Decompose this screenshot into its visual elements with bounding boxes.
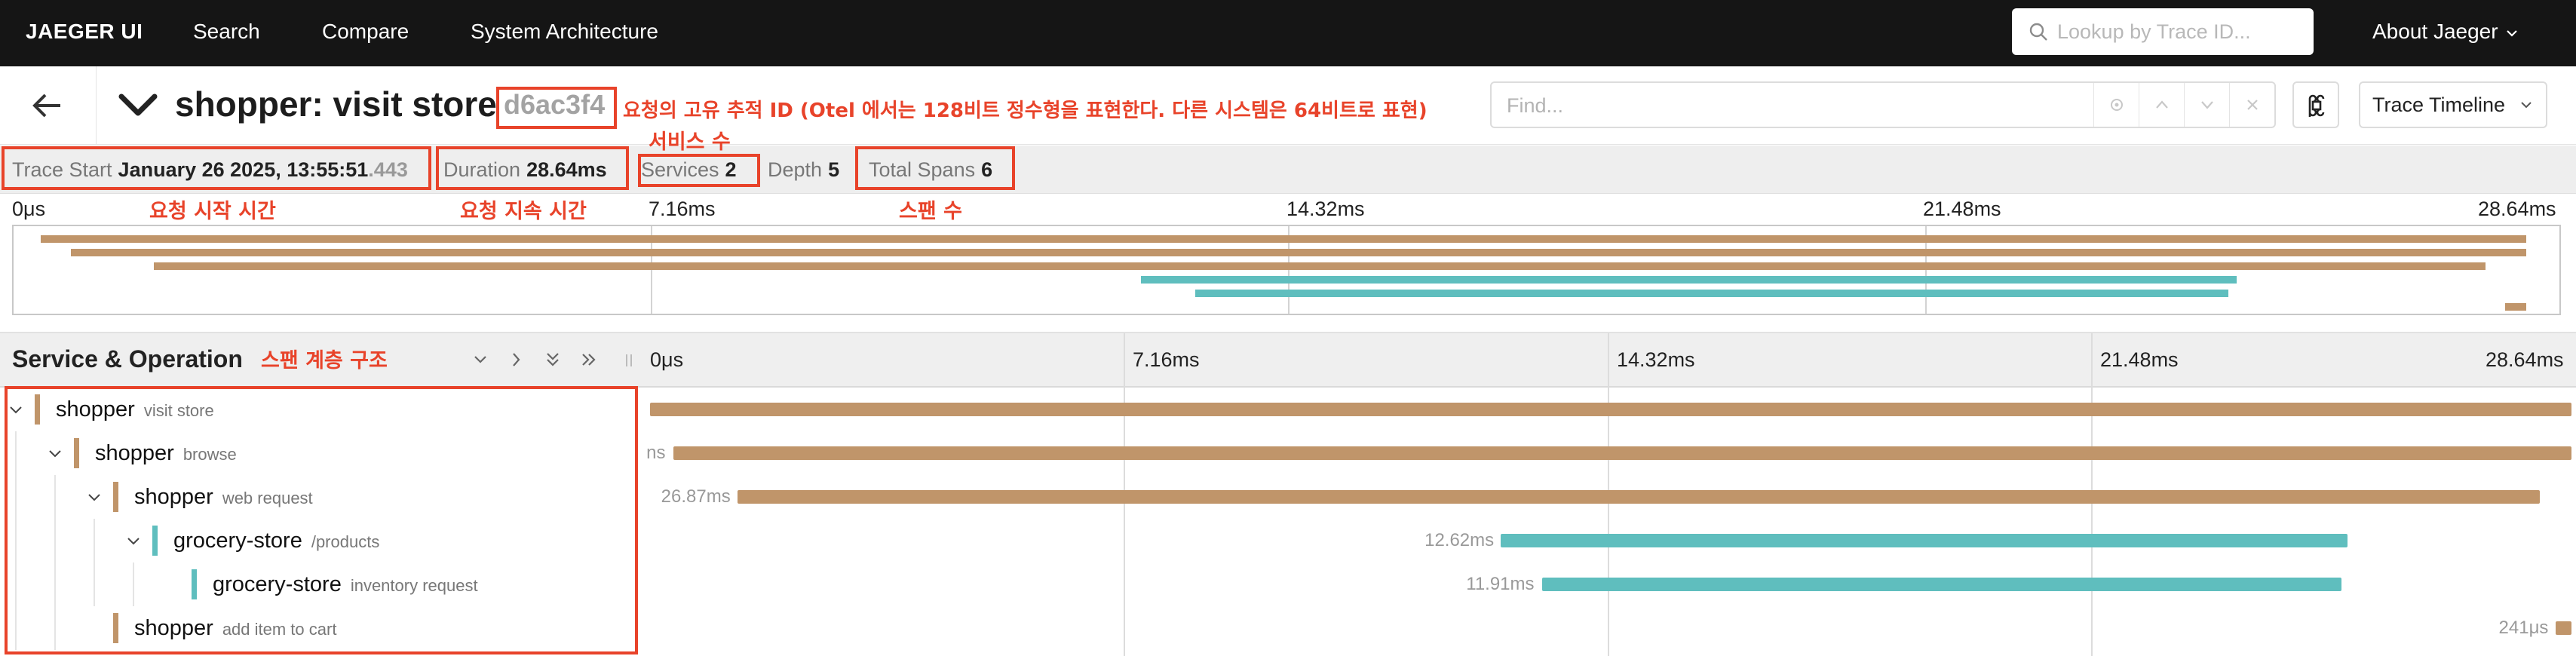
command-key-icon — [2308, 94, 2325, 117]
minimap-span-bar — [1141, 276, 2237, 284]
span-duration-label: 241μs — [2498, 618, 2549, 638]
hierarchy-annotation-box — [5, 386, 638, 654]
duration-annotation: 요청 지속 시간 — [460, 200, 587, 223]
minimap-span-bar — [153, 262, 2486, 270]
expand-all-icon[interactable] — [578, 348, 600, 371]
top-navigation-bar: JAEGER UI Search Compare System Architec… — [0, 0, 2576, 66]
trace-id-lookup-input[interactable] — [2057, 16, 2298, 48]
service-operation-header: Service & Operation — [12, 345, 243, 372]
span-duration-label: 11.91ms — [1466, 574, 1535, 594]
collapse-trace-chevron-icon[interactable] — [118, 92, 158, 119]
depth-stat: Depth 5 — [768, 146, 839, 194]
chevron-down-icon — [2521, 102, 2532, 109]
services-annotation-box — [638, 154, 760, 187]
trace-id-lookup[interactable] — [2012, 8, 2314, 55]
minimap-canvas[interactable] — [12, 225, 2561, 315]
chevron-up-icon — [2156, 100, 2168, 109]
view-mode-dropdown[interactable]: Trace Timeline — [2359, 81, 2547, 128]
span-bar[interactable] — [1542, 578, 2341, 591]
span-duration-label: ns — [646, 443, 666, 463]
nav-system-architecture-link[interactable]: System Architecture — [471, 0, 658, 66]
minimap-tick-2: 14.32ms — [1286, 198, 1365, 220]
close-icon — [2247, 100, 2258, 110]
minimap-tick-1: 7.16ms — [649, 198, 716, 220]
timeline-tick-1: 7.16ms — [1133, 348, 1200, 371]
nav-search-link[interactable]: Search — [193, 0, 260, 66]
about-jaeger-menu[interactable]: About Jaeger — [2372, 0, 2518, 66]
minimap-tick-3: 21.48ms — [1923, 198, 2001, 220]
timeline-tick-4: 28.64ms — [2486, 348, 2564, 371]
next-match-button[interactable] — [2184, 83, 2229, 127]
view-mode-label: Trace Timeline — [2372, 93, 2506, 116]
collapse-one-icon[interactable] — [469, 348, 492, 371]
arrow-left-icon — [32, 93, 60, 118]
timeline-tick-0: 0μs — [650, 348, 684, 371]
trace-minimap[interactable]: 0μs 7.16ms 14.32ms 21.48ms 28.64ms — [0, 195, 2576, 332]
minimap-span-bar — [1194, 290, 2229, 297]
minimap-span-bar — [71, 249, 2526, 256]
about-jaeger-label: About Jaeger — [2372, 20, 2498, 43]
trace-id-annotation-box — [496, 87, 617, 129]
minimap-span-bar — [2505, 303, 2527, 311]
duration-annotation-box — [436, 146, 629, 190]
trace-start-annotation: 요청 시작 시간 — [149, 200, 276, 223]
minimap-span-bar — [41, 235, 2526, 243]
crosshair-icon — [2111, 99, 2123, 111]
trace-id-annotation: 요청의 고유 추적 ID (Otel 에서는 128비트 정수형을 표현한다. … — [623, 100, 1428, 122]
jaeger-logo[interactable]: JAEGER UI — [26, 0, 143, 66]
hierarchy-annotation: 스팬 계층 구조 — [261, 349, 388, 372]
timeline-tick-3: 21.48ms — [2100, 348, 2179, 371]
find-input[interactable] — [1507, 90, 2065, 121]
chevron-down-icon — [2201, 101, 2213, 109]
span-duration-label: 26.87ms — [661, 486, 731, 507]
services-annotation: 서비스 수 — [649, 130, 731, 154]
keyboard-shortcuts-button[interactable] — [2292, 81, 2339, 128]
total-spans-annotation: 스팬 수 — [899, 200, 962, 223]
span-bar[interactable] — [673, 446, 2571, 460]
depth-value: 5 — [828, 158, 840, 181]
timeline-tick-2: 14.32ms — [1617, 348, 1695, 371]
locate-match-button[interactable] — [2093, 83, 2139, 127]
span-bar[interactable] — [1501, 534, 2348, 547]
minimap-tick-4: 28.64ms — [2478, 198, 2556, 220]
collapse-all-icon[interactable] — [541, 348, 564, 371]
column-resize-handle[interactable] — [626, 333, 632, 388]
back-button[interactable] — [0, 66, 97, 145]
span-bar[interactable] — [2555, 621, 2571, 635]
minimap-tick-0: 0μs — [12, 198, 46, 220]
total-spans-annotation-box — [855, 146, 1015, 190]
span-bar[interactable] — [650, 403, 2571, 416]
span-duration-label: 12.62ms — [1424, 530, 1495, 550]
previous-match-button[interactable] — [2139, 83, 2184, 127]
trace-start-annotation-box — [2, 146, 431, 190]
search-icon — [2029, 23, 2047, 41]
depth-label: Depth — [768, 158, 823, 181]
trace-title: shopper: visit store — [175, 84, 497, 124]
span-bar[interactable] — [737, 490, 2541, 504]
chevron-down-icon — [2506, 29, 2517, 37]
find-in-trace[interactable] — [1490, 81, 2276, 128]
nav-compare-link[interactable]: Compare — [322, 0, 409, 66]
clear-search-button[interactable] — [2229, 83, 2274, 127]
expand-one-icon[interactable] — [505, 348, 528, 371]
